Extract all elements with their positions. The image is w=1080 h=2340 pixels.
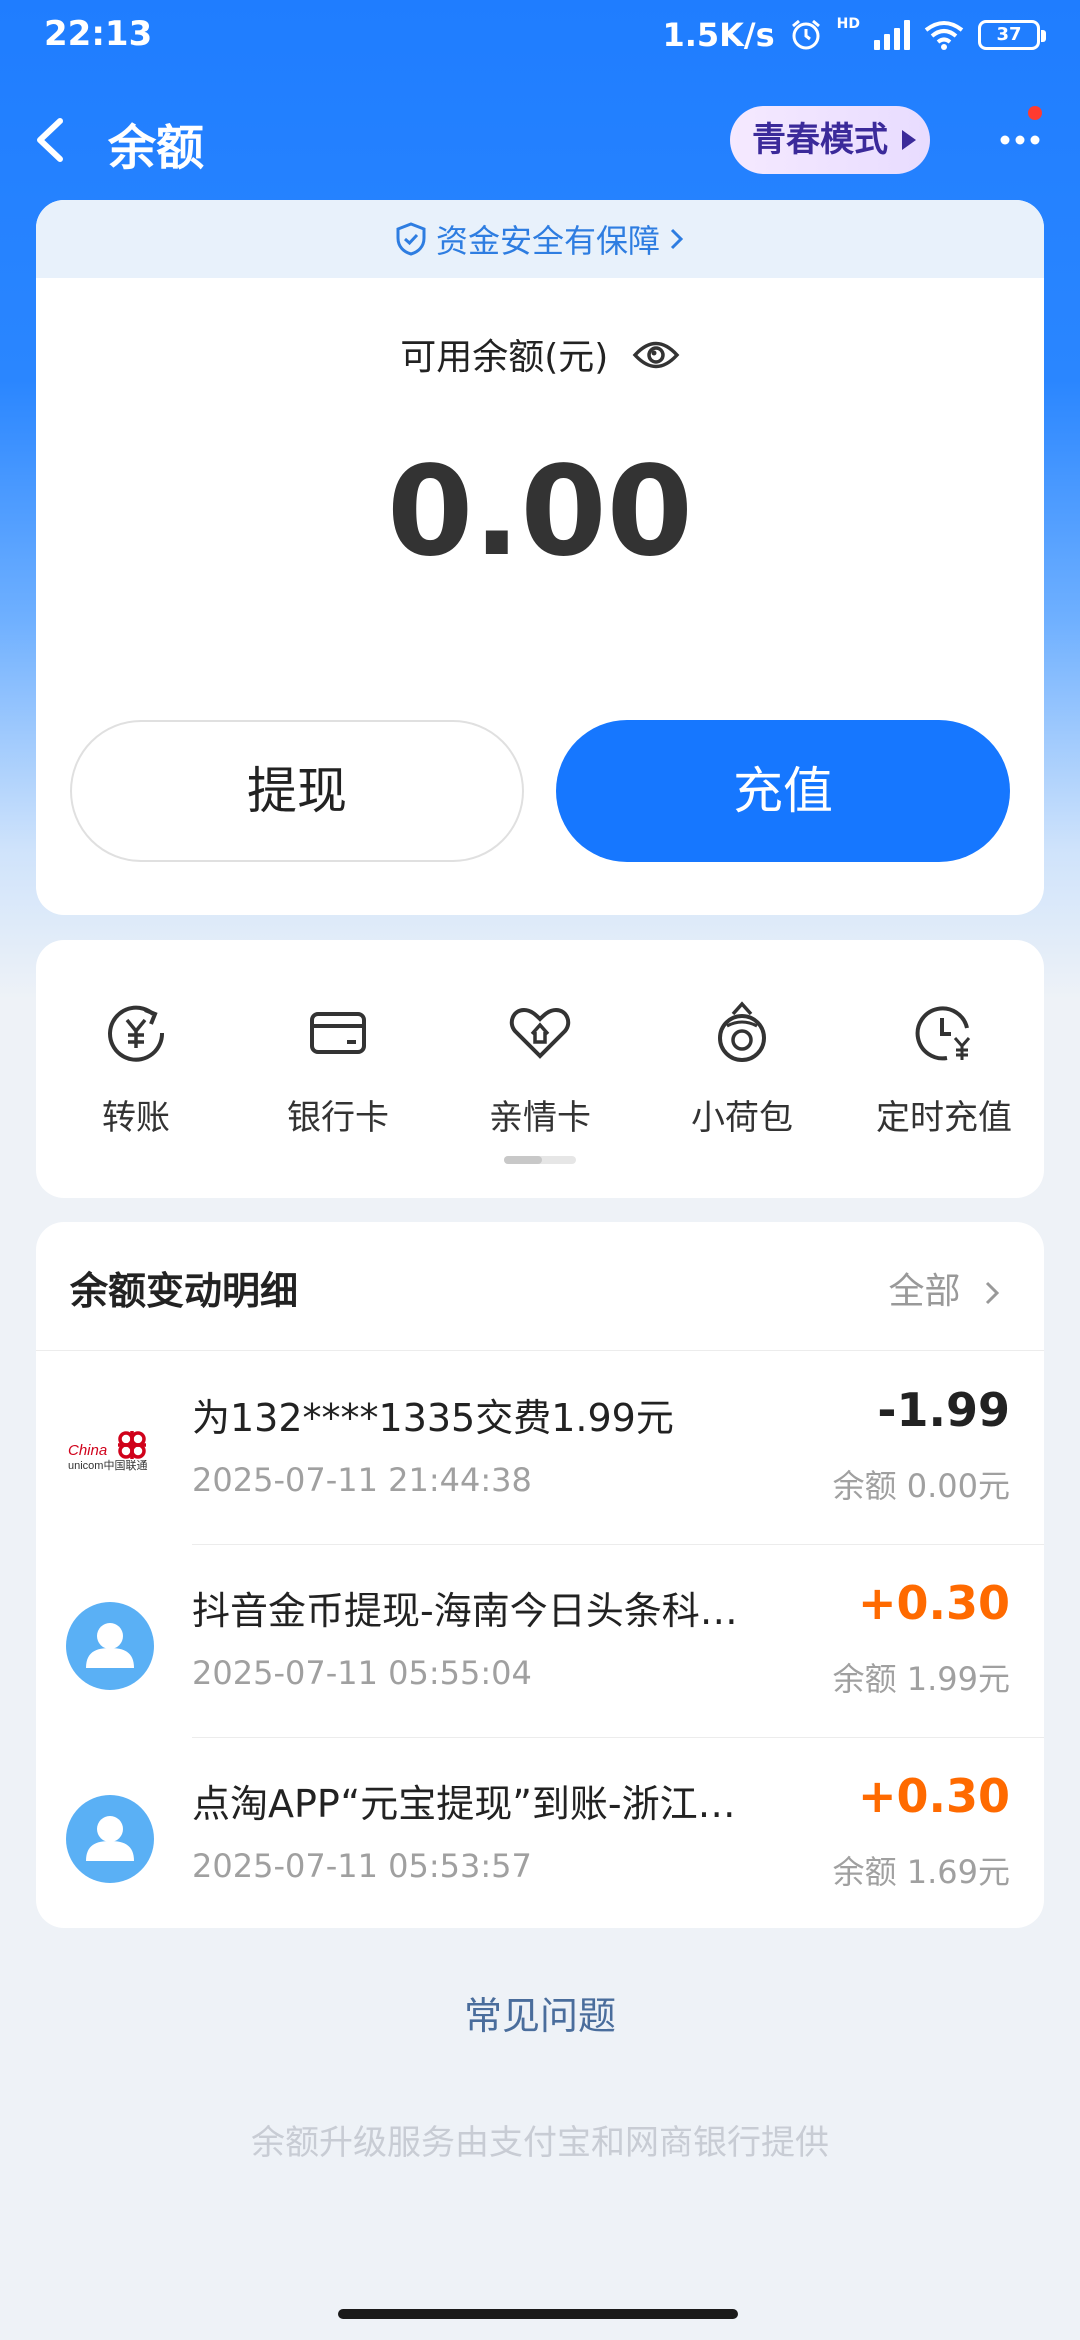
balance-amount: 0.00 bbox=[387, 440, 693, 584]
details-title: 余额变动明细 bbox=[70, 1269, 299, 1313]
transfer-yuan-icon bbox=[101, 998, 171, 1068]
transaction-date: 2025-07-11 05:55:04 bbox=[192, 1654, 532, 1692]
bank-card-icon bbox=[303, 998, 373, 1068]
transaction-balance: 余额 0.00元 bbox=[832, 1467, 1010, 1505]
more-options-icon[interactable] bbox=[985, 110, 1055, 170]
footer-text: 余额升级服务由支付宝和网商银行提供 bbox=[251, 2123, 829, 2163]
back-arrow-icon[interactable] bbox=[30, 105, 80, 175]
transaction-row[interactable]: China unicom中国联通 为132****1335交费1.99元 202… bbox=[36, 1351, 1044, 1545]
youth-mode-label: 青春模式 bbox=[752, 120, 888, 160]
page-title: 余额 bbox=[108, 120, 205, 176]
status-bar: 22:13 1.5K/s HD 37 bbox=[0, 0, 1080, 80]
chevron-right-icon bbox=[670, 228, 684, 250]
alarm-icon bbox=[791, 19, 820, 50]
transaction-amount: +0.30 bbox=[857, 1576, 1010, 1630]
shortcut-scheduled-topup[interactable]: 定时充值 bbox=[844, 998, 1044, 1139]
transaction-row[interactable]: 点淘APP“元宝提现”到账-浙江阿里巴… 2025-07-11 05:53:57… bbox=[36, 1737, 1044, 1931]
play-arrow-icon bbox=[902, 130, 916, 150]
security-banner[interactable]: 资金安全有保障 bbox=[36, 200, 1044, 278]
china-unicom-logo: China unicom中国联通 bbox=[66, 1409, 154, 1497]
page-indicator bbox=[504, 1156, 576, 1164]
home-indicator[interactable] bbox=[338, 2309, 738, 2319]
status-indicators: 1.5K/s HD 37 bbox=[662, 16, 1046, 54]
transaction-name: 点淘APP“元宝提现”到账-浙江阿里巴… bbox=[192, 1782, 752, 1826]
eye-toggle-icon[interactable] bbox=[632, 338, 680, 381]
filter-all-button[interactable]: 全部 bbox=[889, 1262, 1004, 1314]
transaction-amount: +0.30 bbox=[857, 1769, 1010, 1823]
svg-text:unicom中国联通: unicom中国联通 bbox=[68, 1459, 147, 1472]
balance-card: 资金安全有保障 可用余额(元) 0.00 提现 充值 bbox=[36, 200, 1044, 915]
transaction-balance: 余额 1.99元 bbox=[832, 1660, 1010, 1698]
small-purse-icon bbox=[707, 998, 777, 1068]
transaction-row[interactable]: 抖音金币提现-海南今日头条科技有… 2025-07-11 05:55:04 +0… bbox=[36, 1544, 1044, 1738]
scheduled-topup-clock-icon bbox=[909, 998, 979, 1068]
transaction-name: 为132****1335交费1.99元 bbox=[192, 1396, 674, 1440]
user-avatar-icon bbox=[66, 1795, 154, 1883]
shortcut-transfer[interactable]: 转账 bbox=[36, 998, 236, 1139]
shortcut-family-card[interactable]: 亲情卡 bbox=[440, 998, 640, 1139]
shortcut-label: 转账 bbox=[102, 1098, 170, 1138]
transaction-date: 2025-07-11 21:44:38 bbox=[192, 1461, 532, 1499]
hd-indicator: HD bbox=[836, 16, 860, 32]
user-avatar-icon bbox=[66, 1602, 154, 1690]
available-balance-row: 可用余额(元) bbox=[36, 328, 1044, 381]
filter-all-label: 全部 bbox=[888, 1271, 961, 1312]
shield-check-icon bbox=[396, 222, 426, 256]
svg-text:China: China bbox=[68, 1442, 107, 1459]
shortcuts-card: 转账 银行卡 亲情卡 小荷包 定时充值 bbox=[36, 940, 1044, 1198]
notification-dot bbox=[1028, 106, 1042, 120]
available-balance-label: 可用余额(元) bbox=[400, 337, 609, 378]
shortcut-bank-card[interactable]: 银行卡 bbox=[238, 998, 438, 1139]
topup-button[interactable]: 充值 bbox=[556, 720, 1010, 862]
shortcut-small-purse[interactable]: 小荷包 bbox=[642, 998, 842, 1139]
signal-icon bbox=[874, 20, 910, 50]
shortcut-label: 定时充值 bbox=[876, 1098, 1012, 1138]
chevron-right-icon bbox=[985, 1281, 1000, 1305]
transaction-date: 2025-07-11 05:53:57 bbox=[192, 1847, 532, 1885]
shortcut-label: 亲情卡 bbox=[489, 1098, 591, 1138]
balance-details-card: 余额变动明细 全部 China unicom中国联通 为132****1335交… bbox=[36, 1222, 1044, 1928]
status-time: 22:13 bbox=[44, 14, 153, 54]
network-speed: 1.5K/s bbox=[662, 16, 775, 54]
faq-link[interactable]: 常见问题 bbox=[0, 1985, 1080, 2040]
battery-icon: 37 bbox=[978, 20, 1046, 50]
shortcut-label: 银行卡 bbox=[287, 1098, 389, 1138]
family-card-heart-icon bbox=[505, 998, 575, 1068]
security-text: 资金安全有保障 bbox=[435, 222, 660, 260]
wifi-icon bbox=[924, 21, 964, 50]
shortcut-label: 小荷包 bbox=[691, 1098, 793, 1138]
transaction-balance: 余额 1.69元 bbox=[832, 1853, 1010, 1891]
transaction-name: 抖音金币提现-海南今日头条科技有… bbox=[192, 1589, 752, 1633]
withdraw-button[interactable]: 提现 bbox=[70, 720, 524, 862]
youth-mode-button[interactable]: 青春模式 bbox=[730, 106, 930, 174]
transaction-amount: -1.99 bbox=[877, 1383, 1010, 1437]
